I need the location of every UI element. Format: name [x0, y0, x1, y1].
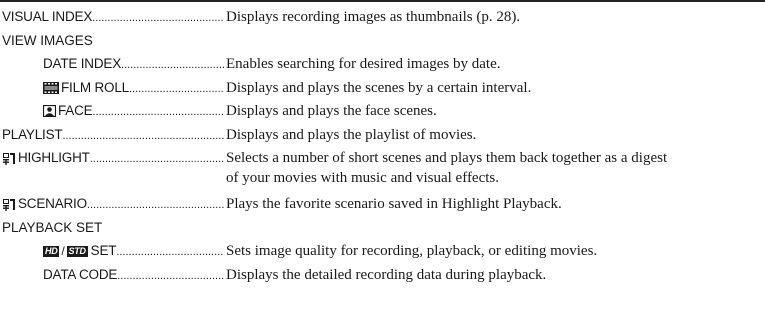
section-heading-playback-set: PLAYBACK SET — [0, 217, 765, 239]
menu-description: Displays the detailed recording data dur… — [226, 267, 547, 283]
leader-dots — [92, 100, 224, 123]
term-label: HIGHLIGHT — [18, 150, 90, 165]
menu-term: FACE — [43, 100, 224, 122]
menu-description: Displays recording images as thumbnails … — [226, 9, 521, 25]
menu-term: HIGHLIGHT — [2, 147, 224, 169]
section-heading: PLAYBACK SET — [2, 220, 103, 235]
menu-term: DATE INDEX — [43, 53, 224, 75]
menu-term: VISUAL INDEX — [2, 6, 224, 28]
term-label: SET — [90, 243, 117, 258]
term-label: DATA CODE — [43, 267, 118, 282]
term-label: VISUAL INDEX — [2, 9, 93, 24]
menu-term: SCENARIO — [2, 193, 224, 215]
hd-badge-icon: HD — [43, 245, 60, 257]
highlight-icon — [2, 197, 16, 211]
menu-description: Displays and plays the playlist of movie… — [226, 127, 477, 143]
term-label: PLAYLIST — [2, 127, 63, 142]
menu-description: Displays and plays the face scenes. — [226, 103, 437, 119]
leader-dots — [87, 193, 224, 216]
menu-row-visual-index: VISUAL INDEX Displays recording images a… — [0, 6, 765, 28]
leader-dots — [117, 264, 224, 287]
menu-description: Displays and plays the scenes by a certa… — [226, 80, 532, 96]
menu-row-playlist: PLAYLIST Displays and plays the playlist… — [0, 124, 765, 146]
leader-dots — [90, 147, 224, 170]
top-rule — [0, 0, 765, 2]
menu-term: FILM ROLL — [43, 77, 224, 99]
term-label: SCENARIO — [18, 196, 87, 211]
menu-row-data-code: DATA CODE Displays the detailed recordin… — [0, 264, 765, 286]
menu-term: HD / STD SET — [43, 240, 224, 262]
menu-description: Plays the favorite scenario saved in Hig… — [226, 196, 562, 212]
badge-separator: / — [61, 244, 65, 258]
section-heading-view-images: VIEW IMAGES — [0, 30, 765, 52]
leader-dots — [129, 77, 224, 100]
menu-description: Sets image quality for recording, playba… — [226, 243, 598, 259]
menu-row-film-roll: FILM ROLL Displays and plays the scenes … — [0, 77, 765, 99]
menu-description: Selects a number of short scenes and pla… — [226, 150, 668, 166]
menu-row-scenario: SCENARIO Plays the favorite scenario sav… — [0, 193, 765, 215]
std-badge-icon: STD — [66, 245, 88, 257]
menu-term: PLAYLIST — [2, 124, 224, 146]
menu-row-hd-std-set: HD / STD SET Sets image quality for reco… — [0, 240, 765, 262]
menu-description-continued: of your movies with music and visual eff… — [226, 170, 500, 186]
term-label: DATE INDEX — [43, 56, 122, 71]
highlight-icon — [2, 151, 16, 165]
menu-description: Enables searching for desired images by … — [226, 56, 501, 72]
leader-dots — [121, 53, 224, 76]
menu-row-highlight: HIGHLIGHT Selects a number of short scen… — [0, 147, 765, 191]
leader-dots — [116, 240, 224, 263]
film-roll-icon — [43, 82, 59, 94]
face-icon — [43, 105, 56, 117]
term-label: FILM ROLL — [61, 80, 129, 95]
term-label: FACE — [58, 103, 93, 118]
menu-row-face: FACE Displays and plays the face scenes. — [0, 100, 765, 122]
leader-dots — [62, 124, 224, 147]
menu-term: DATA CODE — [43, 264, 224, 286]
section-heading: VIEW IMAGES — [2, 33, 93, 48]
leader-dots — [92, 6, 224, 29]
menu-row-date-index: DATE INDEX Enables searching for desired… — [0, 53, 765, 75]
